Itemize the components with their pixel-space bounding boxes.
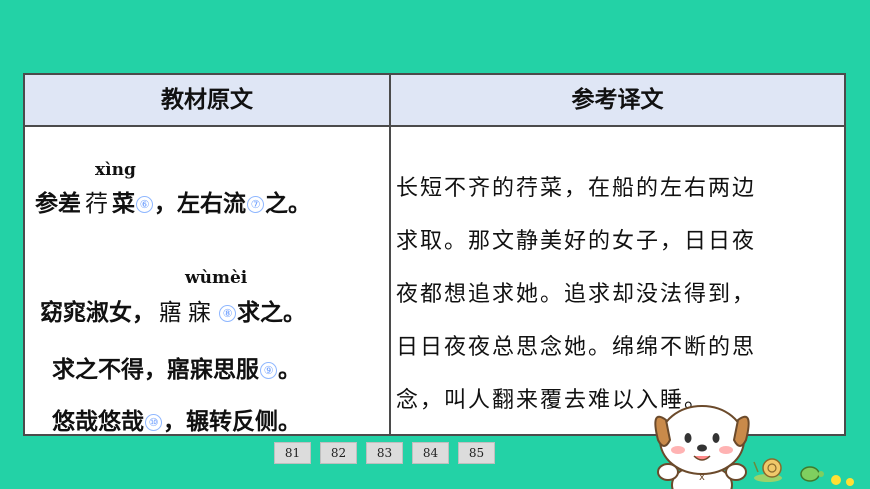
pinyin-xing: xìng	[95, 160, 136, 180]
page-button-83[interactable]: 83	[366, 442, 403, 464]
page-button-82[interactable]: 82	[320, 442, 357, 464]
snail-icon	[753, 458, 782, 482]
footnote-10[interactable]: ⑩	[145, 414, 162, 431]
footnote-9[interactable]: ⑨	[260, 362, 277, 379]
footnote-7[interactable]: ⑦	[247, 196, 264, 213]
original-line-1: 参差荇菜 ⑥ ，左右流 ⑦ 之。	[35, 191, 311, 217]
page-button-81[interactable]: 81	[274, 442, 311, 464]
cartoon-dog-icon: x	[654, 405, 854, 489]
original-line-2: 窈窕淑女，寤寐 ⑧ 求之。	[40, 300, 306, 326]
pinyin-wumei: wùmèi	[185, 268, 248, 288]
header-translation: 参考译文	[571, 87, 664, 113]
translation-line-4: 日日夜夜总思念她。绵绵不断的思	[396, 335, 757, 360]
translation-line-2: 求取。那文静美好的女子，日日夜	[396, 229, 757, 254]
table-header: 教材原文 参考译文	[25, 75, 844, 127]
turtle-icon	[800, 466, 824, 482]
original-line-3: 求之不得，寤寐思服 ⑨。	[52, 357, 301, 383]
page-button-85[interactable]: 85	[458, 442, 495, 464]
page-button-84[interactable]: 84	[412, 442, 449, 464]
original-line-4: 悠哉悠哉 ⑩ ，辗转反侧。	[52, 409, 301, 435]
header-original-text: 教材原文	[161, 87, 253, 113]
column-divider	[389, 75, 391, 434]
svg-text:x: x	[699, 472, 705, 483]
footnote-6[interactable]: ⑥	[136, 196, 153, 213]
page-navigation: 81 82 83 84 85	[274, 442, 495, 464]
footnote-8[interactable]: ⑧	[219, 305, 236, 322]
translation-line-1: 长短不齐的荇菜，在船的左右两边	[396, 176, 757, 201]
translation-line-3: 夜都想追求她。追求却没法得到，	[396, 282, 757, 307]
